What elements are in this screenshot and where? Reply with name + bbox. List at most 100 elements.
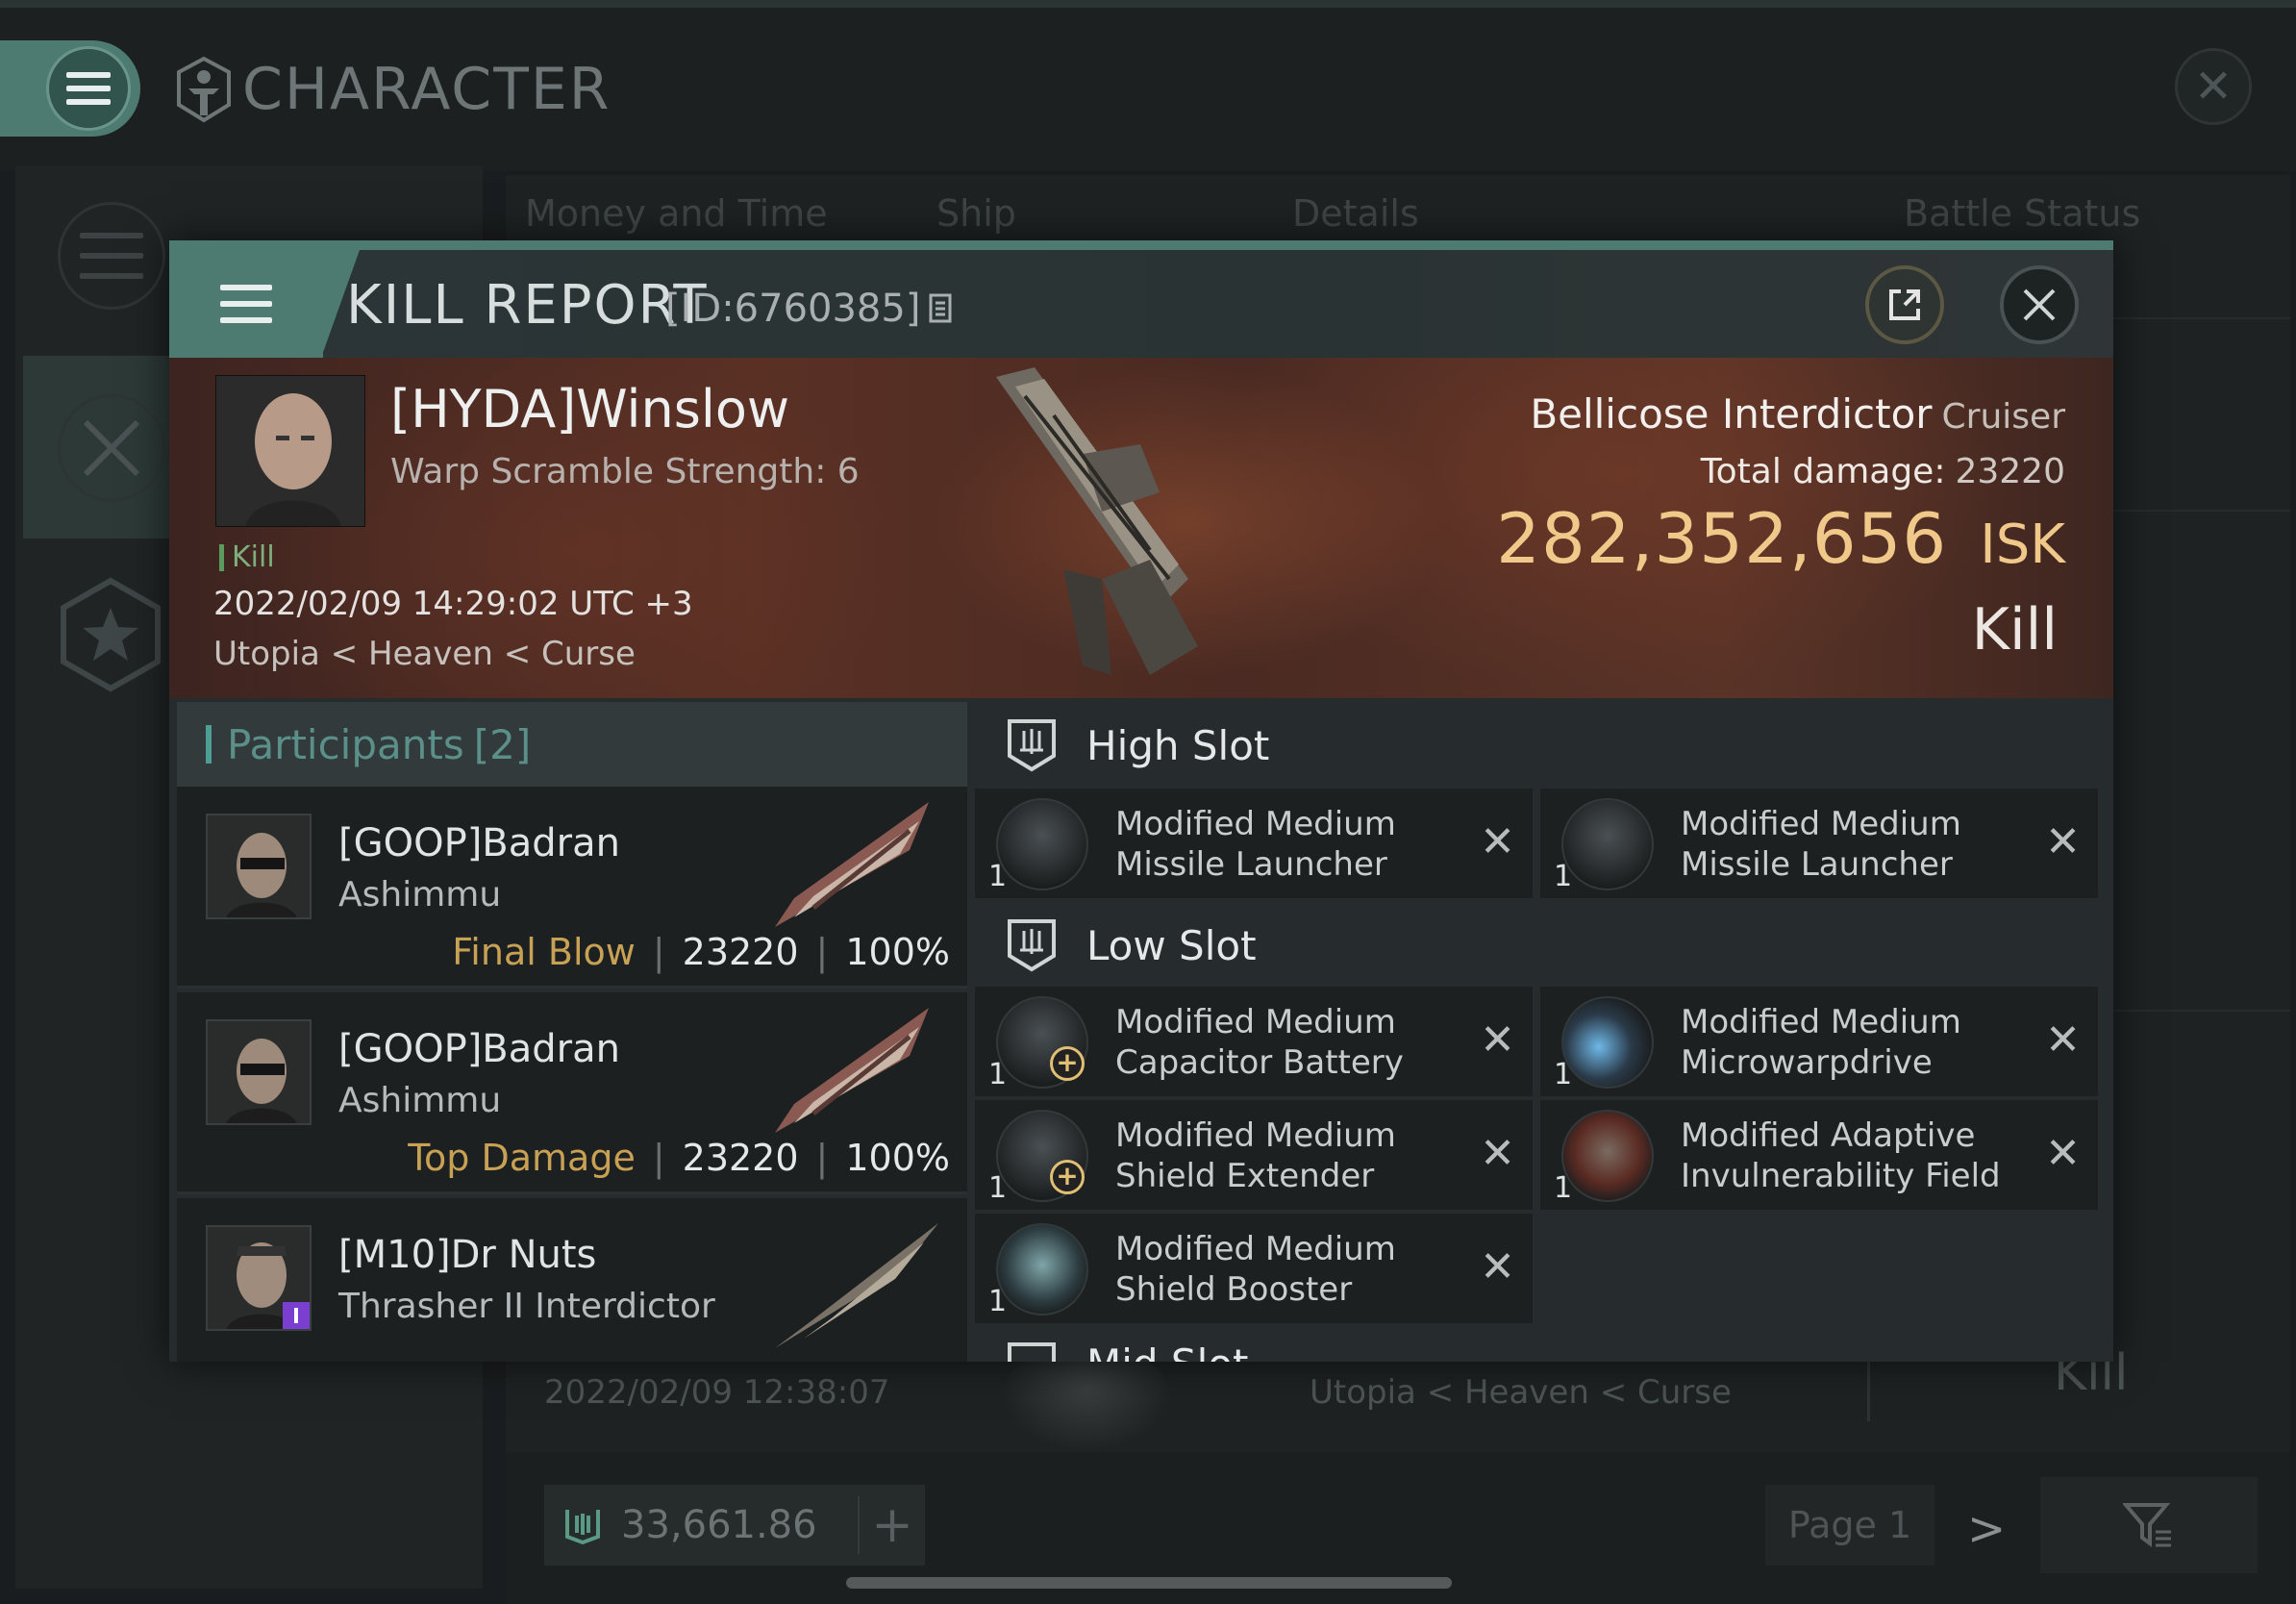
module-remove-icon[interactable]: ✕ xyxy=(2045,1129,2081,1178)
app-title: CHARACTER xyxy=(175,56,611,123)
module-item[interactable]: 1 Modified Medium Shield Booster ✕ xyxy=(975,1214,1533,1323)
shield-booster-icon xyxy=(996,1223,1088,1316)
module-item[interactable]: + 1 Modified Medium Capacitor Battery ✕ xyxy=(975,987,1533,1096)
module-item[interactable]: 1 Modified Adaptive Invulnerability Fiel… xyxy=(1540,1100,2098,1210)
module-name: Modified Medium Missile Launcher xyxy=(1681,805,1961,884)
participant-row[interactable]: [GOOP]Badran Ashimmu Top Damage | 23220 … xyxy=(177,992,967,1194)
isk-value: 282,352,656 xyxy=(1496,498,1948,579)
copy-icon[interactable] xyxy=(928,292,955,325)
module-remove-icon[interactable]: ✕ xyxy=(1480,1015,1515,1065)
report-id-text: [ID:6760385] xyxy=(665,287,921,331)
module-item[interactable]: + 1 Modified Medium Shield Extender ✕ xyxy=(975,1100,1533,1210)
add-isk-button[interactable]: + xyxy=(858,1496,925,1554)
participant-ship-image xyxy=(775,1223,938,1348)
module-qty: 1 xyxy=(1554,1171,1573,1205)
app-close-button[interactable]: ✕ xyxy=(2175,48,2252,125)
sidebar-list-button[interactable] xyxy=(58,202,165,310)
star-icon xyxy=(61,577,161,692)
participants-label: Participants xyxy=(227,720,464,768)
participant-ship: Thrasher II Interdictor xyxy=(338,1287,715,1326)
close-icon xyxy=(2023,288,2056,321)
module-name: Modified Adaptive Invulnerability Field xyxy=(1681,1116,2001,1195)
module-remove-icon[interactable]: ✕ xyxy=(1480,1242,1515,1291)
next-page-button[interactable]: > xyxy=(1967,1502,2006,1556)
victim-ship-image xyxy=(996,367,1198,675)
mid-slot-label: Mid Slot xyxy=(1086,1341,1248,1362)
sidebar-combat-button[interactable] xyxy=(58,394,165,502)
bg-row-location: Utopia < Heaven < Curse xyxy=(1310,1373,1732,1412)
module-name: Modified Medium Capacitor Battery xyxy=(1115,1003,1404,1082)
isk-balance: 33,661.86 xyxy=(621,1503,817,1547)
participant-percent: 100% xyxy=(845,931,950,973)
module-name: Modified Medium Missile Launcher xyxy=(1115,805,1396,884)
module-remove-icon[interactable]: ✕ xyxy=(1480,817,1515,866)
character-icon xyxy=(177,56,231,123)
filter-button[interactable] xyxy=(2040,1477,2258,1573)
share-button[interactable] xyxy=(1865,265,1944,344)
isk-value-line: 282,352,656 ISK xyxy=(1496,498,2065,579)
participant-stats: Final Blow | 23220 | 100% xyxy=(452,931,950,973)
kill-result: Kill xyxy=(1971,596,2058,664)
sidebar-favorites-button[interactable] xyxy=(58,577,163,692)
participant-avatar[interactable] xyxy=(206,1019,312,1125)
mid-slot-header: Mid Slot xyxy=(967,1331,2113,1362)
module-item[interactable]: 1 Modified Medium Missile Launcher ✕ xyxy=(1540,789,2098,898)
module-item[interactable]: 1 Modified Medium Missile Launcher ✕ xyxy=(975,789,1533,898)
invulnerability-field-icon xyxy=(1561,1110,1654,1202)
total-damage-line: Total damage: 23220 xyxy=(1701,452,2065,491)
modal-title: KILL REPORT xyxy=(346,274,709,337)
tab-money-and-time[interactable]: Money and Time xyxy=(525,192,828,235)
kill-report-modal: KILL REPORT [ID:6760385] [HYDA]Winslow W… xyxy=(169,240,2113,1362)
tab-details[interactable]: Details xyxy=(1292,192,1419,235)
report-id[interactable]: [ID:6760385] xyxy=(665,287,955,331)
participant-percent: 100% xyxy=(845,1137,950,1179)
missile-launcher-icon xyxy=(996,798,1088,890)
participant-damage: 23220 xyxy=(682,931,799,973)
victim-portrait[interactable] xyxy=(215,375,365,527)
modal-accent-bar xyxy=(169,240,2113,250)
kill-datetime: 2022/02/09 14:29:02 UTC +3 xyxy=(213,585,693,623)
page-indicator: Page 1 xyxy=(1765,1485,1934,1566)
top-damage-label: Top Damage xyxy=(408,1137,636,1179)
high-slot-header: High Slot xyxy=(967,702,2113,789)
top-strip xyxy=(0,0,2296,8)
module-remove-icon[interactable]: ✕ xyxy=(2045,1015,2081,1065)
modal-menu-button[interactable] xyxy=(169,250,323,358)
low-slot-label: Low Slot xyxy=(1086,921,1257,969)
participant-row[interactable]: [M10]Dr Nuts Thrasher II Interdictor xyxy=(177,1198,967,1362)
participant-ship-image xyxy=(775,1008,929,1133)
mid-slot-icon xyxy=(1008,1342,1056,1362)
tab-battle-status[interactable]: Battle Status xyxy=(1904,192,2140,235)
close-button[interactable] xyxy=(2000,265,2079,344)
kill-location: Utopia < Heaven < Curse xyxy=(213,635,636,673)
participant-name: [M10]Dr Nuts xyxy=(338,1233,597,1277)
module-remove-icon[interactable]: ✕ xyxy=(2045,817,2081,866)
participants-header: Participants [2] xyxy=(177,702,967,787)
module-remove-icon[interactable]: ✕ xyxy=(1480,1129,1515,1178)
plus-icon: + xyxy=(1050,1046,1085,1081)
participant-avatar[interactable] xyxy=(206,1225,312,1331)
microwarpdrive-icon xyxy=(1561,996,1654,1089)
wallet-icon xyxy=(544,1504,621,1546)
kill-tag: Kill xyxy=(219,540,275,574)
list-icon xyxy=(80,233,143,279)
main-menu-button[interactable] xyxy=(0,40,140,137)
low-slot-icon xyxy=(1008,919,1056,972)
participant-row[interactable]: [GOOP]Badran Ashimmu Final Blow | 23220 … xyxy=(177,787,967,989)
module-qty: 1 xyxy=(988,1171,1008,1205)
high-slot-label: High Slot xyxy=(1086,721,1270,769)
module-name: Modified Medium Microwarpdrive xyxy=(1681,1003,1961,1082)
module-item[interactable]: 1 Modified Medium Microwarpdrive ✕ xyxy=(1540,987,2098,1096)
ship-name[interactable]: Bellicose Interdictor xyxy=(1530,390,1932,438)
final-blow-label: Final Blow xyxy=(452,931,636,973)
victim-name[interactable]: [HYDA]Winslow xyxy=(390,379,789,439)
module-qty: 1 xyxy=(988,1058,1008,1091)
divider xyxy=(1867,1354,1870,1421)
tab-ship[interactable]: Ship xyxy=(936,192,1016,235)
isk-wallet: 33,661.86 + xyxy=(544,1485,925,1566)
ship-name-line: Bellicose Interdictor Cruiser xyxy=(1530,390,2065,438)
participant-name: [GOOP]Badran xyxy=(338,821,620,865)
participant-avatar[interactable] xyxy=(206,814,312,919)
kill-tag-text: Kill xyxy=(232,540,275,574)
module-qty: 1 xyxy=(1554,1058,1573,1091)
